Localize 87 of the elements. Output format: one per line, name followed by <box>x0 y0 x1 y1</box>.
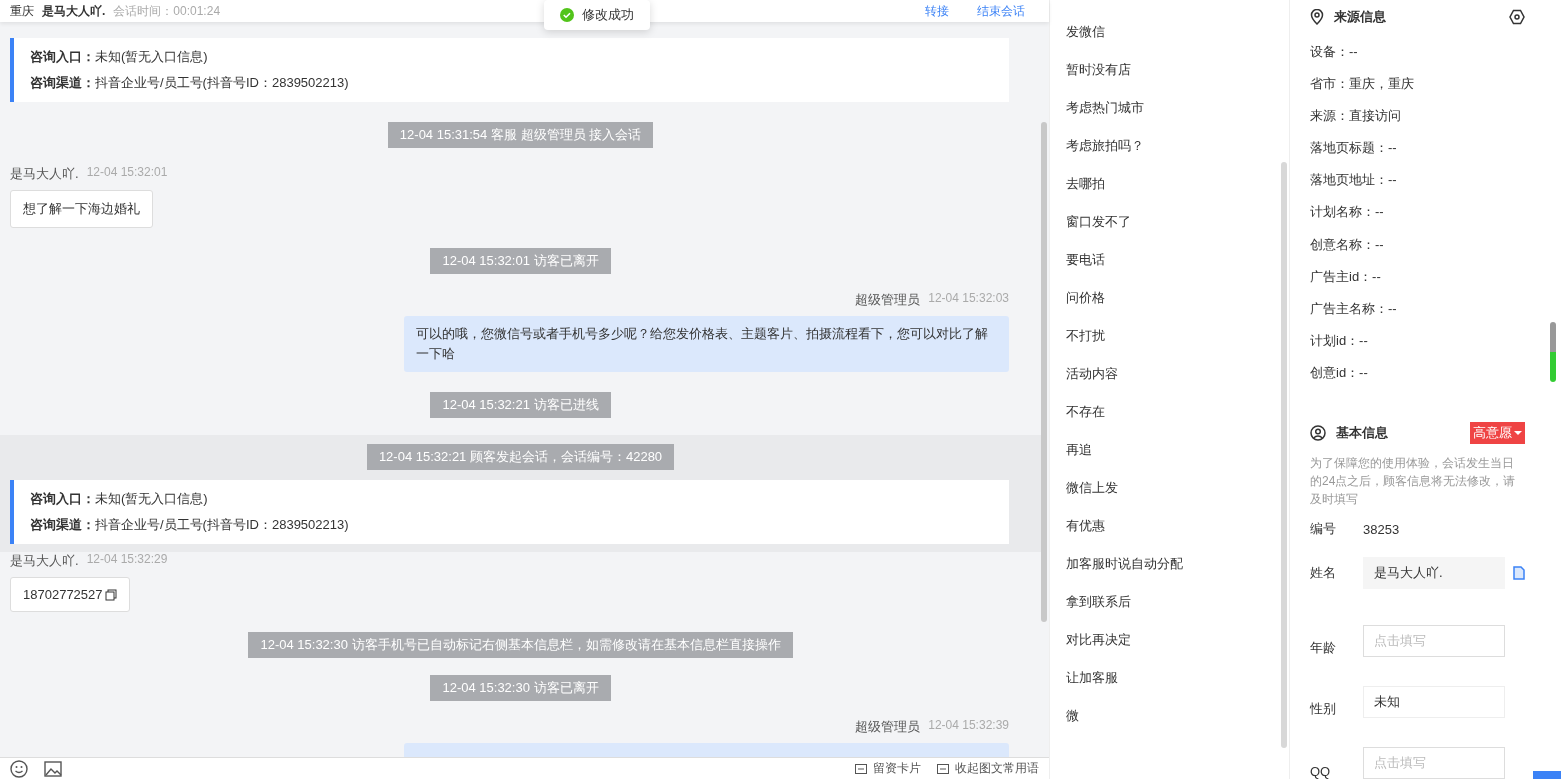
quick-reply-item[interactable]: 窗口发不了 <box>1066 203 1265 241</box>
quick-reply-item[interactable]: 加客服时说自动分配 <box>1066 545 1265 583</box>
message-time: 12-04 15:32:29 <box>86 552 168 568</box>
field-label: QQ <box>1310 763 1332 779</box>
card-icon <box>855 763 867 774</box>
message-time: 12-04 15:32:03 <box>928 291 1009 307</box>
field-label: 编号 <box>1310 520 1337 539</box>
quick-reply-item[interactable]: 暂时没有店 <box>1066 51 1265 89</box>
source-info-row-text: 创意id：-- <box>1310 363 1369 382</box>
input-field[interactable]: 点击填写 <box>1363 746 1505 779</box>
sender-name: 是马大人吖. <box>10 552 79 570</box>
sender-name: 超级管理员 <box>855 718 921 736</box>
image-icon[interactable] <box>44 760 62 777</box>
toolbar-link[interactable]: 留资卡片 <box>855 760 921 777</box>
copy-icon[interactable] <box>104 588 117 601</box>
source-info-row-text: 设备：-- <box>1310 43 1359 62</box>
system-notice: 12-04 15:32:30 访客手机号已自动标记右侧基本信息栏，如需修改请在基本信息栏直接操作 <box>248 632 793 658</box>
source-info-row-text: 广告主id：-- <box>1310 267 1382 286</box>
source-info-row-text: 落地页地址：-- <box>1310 171 1398 190</box>
message-time: 12-04 15:32:39 <box>928 718 1009 734</box>
scrollbar-thumb[interactable] <box>1550 322 1556 382</box>
source-info-row-text: 来源：直接访问 <box>1310 107 1402 126</box>
check-circle-icon <box>560 8 574 22</box>
notice-text: 为了保障您的使用体验，会话发生当日的24点之后，顾客信息将无法修改，请及时填写 <box>1310 454 1517 508</box>
info-line: 咨询渠道：抖音企业号/员工号(抖音号ID：2839502213) <box>30 74 350 92</box>
user-circle-icon <box>1310 424 1326 441</box>
quick-reply-item[interactable]: 发微信 <box>1066 13 1265 51</box>
quick-reply-item[interactable]: 要电话 <box>1066 241 1265 279</box>
source-info-row-text: 计划id：-- <box>1310 331 1369 350</box>
header-action-link[interactable]: 结束会话 <box>977 2 1025 20</box>
quick-reply-item[interactable]: 再追 <box>1066 431 1265 469</box>
quick-reply-item[interactable]: 考虑旅拍吗？ <box>1066 127 1265 165</box>
section-title: 来源信息 <box>1334 7 1386 26</box>
id-value: 38253 <box>1363 521 1400 537</box>
quick-reply-item[interactable]: 问价格 <box>1066 279 1265 317</box>
session-time: 会话时间：00:01:24 <box>113 2 221 20</box>
quick-reply-item[interactable]: 活动内容 <box>1066 355 1265 393</box>
source-info-row-text: 创意名称：-- <box>1310 235 1385 254</box>
quick-reply-item[interactable]: 对比再决定 <box>1066 621 1265 659</box>
quick-reply-item[interactable]: 不打扰 <box>1066 317 1265 355</box>
quick-reply-item[interactable]: 去哪拍 <box>1066 165 1265 203</box>
system-notice: 12-04 15:32:21 顾客发起会话，会话编号：42280 <box>366 444 675 470</box>
field-label: 姓名 <box>1310 563 1337 582</box>
visitor-name: 是马大人吖. <box>42 2 106 20</box>
input-field[interactable]: 点击填写 <box>1363 624 1505 657</box>
name-field[interactable]: 是马大人吖. <box>1363 556 1505 589</box>
quick-reply-item[interactable]: 微 <box>1066 697 1265 735</box>
quick-reply-item[interactable]: 不存在 <box>1066 393 1265 431</box>
emoji-icon[interactable] <box>10 759 28 778</box>
source-info-row-text: 落地页标题：-- <box>1310 139 1398 158</box>
scrollbar-thumb[interactable] <box>1281 162 1287 748</box>
gender-select[interactable]: 未知 <box>1363 685 1505 718</box>
quick-reply-item[interactable]: 让加客服 <box>1066 659 1265 697</box>
card-icon <box>937 763 949 774</box>
intent-dropdown[interactable]: 高意愿 <box>1470 421 1525 444</box>
system-notice: 12-04 15:31:54 客服 超级管理员 接入会话 <box>387 122 654 148</box>
source-info-row-text: 省市：重庆，重庆 <box>1310 75 1415 94</box>
visitor-message: 18702772527 <box>10 577 130 612</box>
settings-icon[interactable] <box>1509 8 1525 25</box>
location-text: 重庆 <box>10 2 34 20</box>
message-time: 12-04 15:32:01 <box>86 165 168 181</box>
visitor-message: 想了解一下海边婚礼 <box>10 190 153 228</box>
system-notice: 12-04 15:32:21 访客已进线 <box>430 392 611 418</box>
quick-reply-item[interactable]: 微信上发 <box>1066 469 1265 507</box>
system-notice: 12-04 15:32:01 访客已离开 <box>430 248 611 274</box>
section-title: 基本信息 <box>1336 423 1388 442</box>
sender-name: 超级管理员 <box>855 291 921 309</box>
agent-message: 可以的哦，您微信号或者手机号多少呢？给您发价格表、主题客片、拍摄流程看下，您可以对比了解一下哈 <box>404 316 1009 372</box>
system-notice: 12-04 15:32:30 访客已离开 <box>430 675 611 701</box>
field-label: 性别 <box>1310 699 1337 718</box>
scrollbar-thumb[interactable] <box>1041 122 1047 622</box>
document-icon[interactable] <box>1513 565 1525 580</box>
header-action-link[interactable]: 转接 <box>925 2 949 20</box>
toast-text: 修改成功 <box>582 6 634 24</box>
info-line: 咨询入口：未知(暂无入口信息) <box>30 48 209 66</box>
toolbar-link[interactable]: 收起图文常用语 <box>937 760 1039 777</box>
caret-icon <box>1514 429 1522 436</box>
source-info-row-text: 计划名称：-- <box>1310 203 1385 222</box>
quick-reply-item[interactable]: 拿到联系后 <box>1066 583 1265 621</box>
location-pin-icon <box>1310 8 1324 25</box>
sender-name: 是马大人吖. <box>10 165 79 183</box>
field-label: 年龄 <box>1310 638 1337 657</box>
info-line: 咨询入口：未知(暂无入口信息) <box>30 490 209 508</box>
quick-reply-item[interactable]: 考虑热门城市 <box>1066 89 1265 127</box>
info-line: 咨询渠道：抖音企业号/员工号(抖音号ID：2839502213) <box>30 516 350 534</box>
source-info-row-text: 广告主名称：-- <box>1310 299 1398 318</box>
quick-reply-item[interactable]: 有优惠 <box>1066 507 1265 545</box>
